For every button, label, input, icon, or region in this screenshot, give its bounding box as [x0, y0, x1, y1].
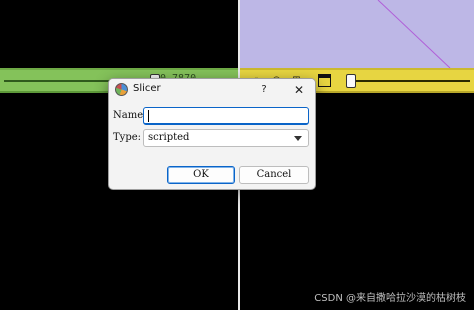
- type-select[interactable]: scripted: [143, 129, 309, 147]
- help-icon[interactable]: ?: [255, 81, 273, 99]
- 3d-view-axis-line: [377, 0, 451, 68]
- chevron-down-icon: [294, 136, 302, 141]
- type-label: Type:: [113, 132, 142, 143]
- close-icon[interactable]: ✕: [289, 81, 309, 99]
- ok-button[interactable]: OK: [167, 166, 235, 184]
- type-selected-value: scripted: [148, 132, 190, 143]
- cancel-button[interactable]: Cancel: [239, 166, 309, 184]
- name-input[interactable]: [143, 107, 309, 125]
- layout-icon[interactable]: [318, 74, 331, 87]
- slicer-app-icon: [115, 83, 128, 96]
- new-module-dialog: Slicer ? ✕ Name: Type: scripted OK Cance…: [108, 78, 316, 190]
- name-label: Name:: [113, 110, 147, 121]
- yellow-slice-slider-handle[interactable]: [346, 74, 356, 88]
- yellow-slice-slider-track[interactable]: [352, 80, 470, 82]
- text-caret: [148, 110, 149, 122]
- dialog-titlebar[interactable]: Slicer ? ✕: [109, 79, 315, 101]
- dialog-title: Slicer: [133, 83, 161, 94]
- 3d-view[interactable]: [240, 0, 474, 68]
- watermark: CSDN @来自撒哈拉沙漠的枯树枝: [314, 293, 466, 304]
